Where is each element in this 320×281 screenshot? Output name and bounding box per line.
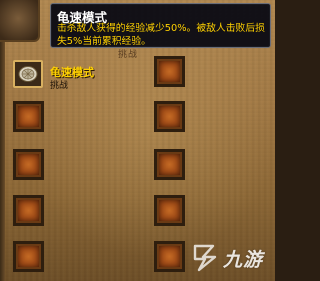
watermark-text: 九游 <box>223 249 264 271</box>
panel-header-text: 挑战 <box>118 50 139 60</box>
challenge-panel: 挑战 龟速模式 挑战 龟速模式 击杀敌人获得的经验减少50%。被敌人击败后损失5… <box>0 0 275 281</box>
challenge-slot[interactable] <box>13 241 44 272</box>
watermark: 九游 <box>189 239 267 275</box>
challenge-slot[interactable] <box>13 149 44 180</box>
challenge-slot[interactable] <box>13 195 44 226</box>
challenge-slot[interactable] <box>154 101 185 132</box>
challenge-slot[interactable] <box>154 56 185 87</box>
jiuyou-logo-icon <box>193 244 217 272</box>
tooltip-description: 击杀敌人获得的经验减少50%。被敌人击败后损失5%当前累积经验。 <box>57 23 265 47</box>
challenge-slot-active[interactable] <box>13 60 43 88</box>
challenge-slot[interactable] <box>13 101 44 132</box>
character-portrait[interactable] <box>0 0 40 42</box>
panel-left-border <box>0 0 5 281</box>
turtle-shell-icon <box>18 66 38 82</box>
active-challenge-subtitle: 挑战 <box>50 81 69 91</box>
challenge-slot[interactable] <box>154 195 185 226</box>
challenge-tooltip: 龟速模式 击杀敌人获得的经验减少50%。被敌人击败后损失5%当前累积经验。 <box>50 3 271 48</box>
challenge-slot[interactable] <box>154 149 185 180</box>
challenge-slot[interactable] <box>154 241 185 272</box>
